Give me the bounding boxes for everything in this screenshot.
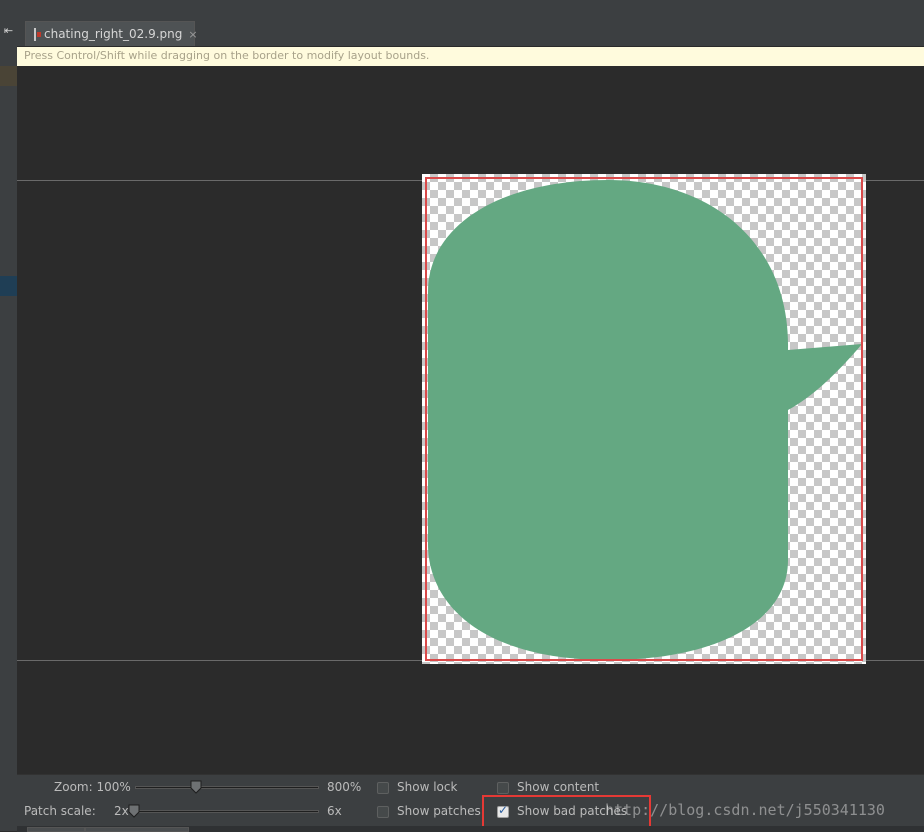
show-patches-checkbox[interactable] [377,806,389,818]
back-icon[interactable]: ⇤ [0,22,17,40]
show-lock-label: Show lock [397,780,458,794]
file-tab[interactable]: chating_right_02.9.png × [25,21,198,46]
editor-tab-strip: chating_right_02.9.png × [17,20,924,47]
hint-text: Press Control/Shift while dragging on th… [24,49,430,62]
nine-patch-canvas[interactable] [17,66,924,774]
patch-scale-slider[interactable] [130,810,319,813]
left-strip-selection [0,276,17,296]
patch-scale-slider-thumb[interactable] [128,804,140,818]
zoom-slider-thumb[interactable] [190,780,202,794]
top-toolbar [17,0,924,21]
bottom-tool-tabs [17,826,924,832]
zoom-label: Zoom: 100% [54,780,131,794]
show-patches-label: Show patches [397,804,481,818]
bottom-controls-panel: Zoom: 100% 800% Patch scale: 2x 6x Show … [17,774,924,832]
close-icon[interactable]: × [188,28,197,41]
zoom-max-label: 800% [327,780,362,794]
show-lock-checkbox[interactable] [377,782,389,794]
hint-bar: Press Control/Shift while dragging on th… [17,47,924,67]
bad-patch-border [425,177,863,661]
file-tab-label: chating_right_02.9.png [44,27,183,41]
bottom-tool-tab[interactable] [27,827,85,832]
patch-scale-max-label: 6x [327,804,342,818]
left-strip-marker [0,66,17,86]
patch-scale-label: Patch scale: [24,804,96,818]
patch-image-preview[interactable] [422,174,866,664]
left-tool-strip: ⇤ [0,0,18,831]
show-content-label: Show content [517,780,600,794]
watermark-text: http://blog.csdn.net/j550341130 [605,801,885,819]
bottom-tool-tab[interactable] [85,827,189,832]
show-content-checkbox[interactable] [497,782,509,794]
image-file-icon [34,27,41,41]
patch-scale-min-label: 2x [114,804,129,818]
zoom-slider[interactable] [135,786,319,789]
